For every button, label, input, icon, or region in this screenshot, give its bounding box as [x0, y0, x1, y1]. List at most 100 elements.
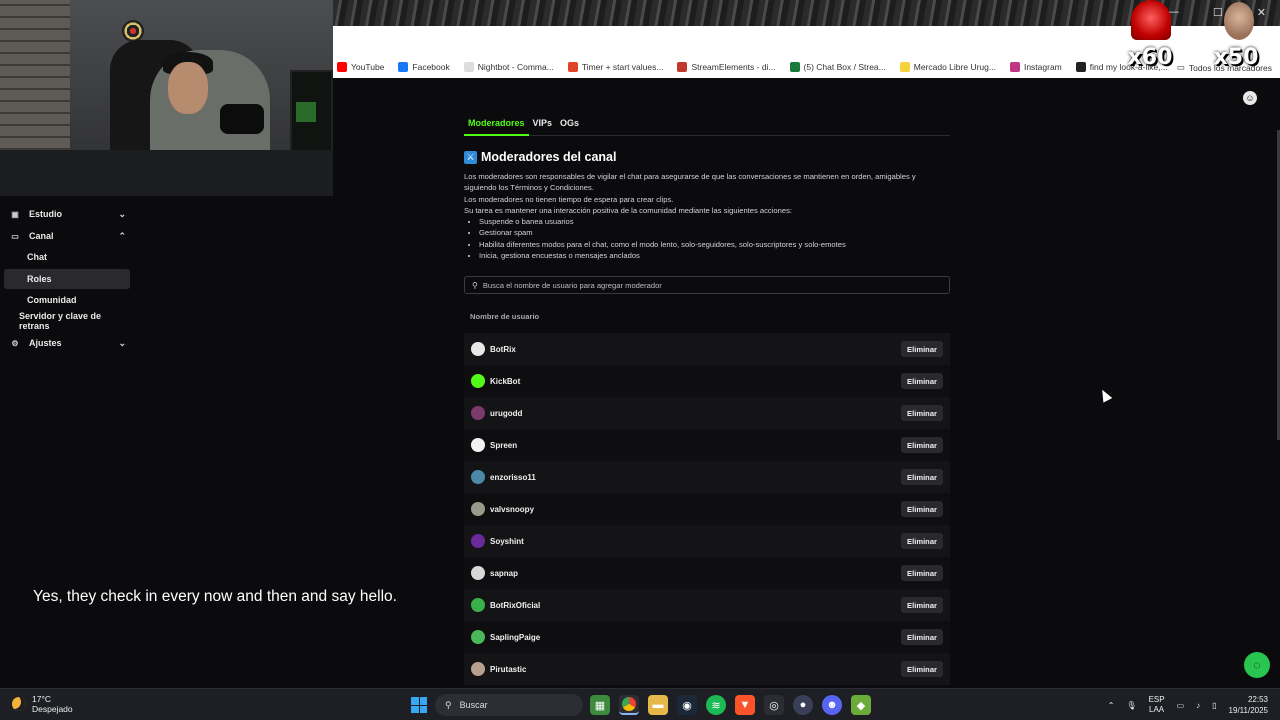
moderator-username[interactable]: valvsnoopy	[490, 505, 534, 514]
battery-icon[interactable]: ▯	[1212, 701, 1216, 710]
chevron-down-icon: ⌄	[118, 208, 126, 219]
brave-icon[interactable]: ▼	[735, 695, 755, 715]
taskbar-apps: ▦ ▬ ◉ ≋ ▼ ◎ ● ☻ ◆	[590, 695, 871, 715]
moon-icon	[12, 697, 26, 711]
sidebar-item-canal[interactable]: ▭ Canal ⌃	[4, 226, 130, 246]
cube-app-icon[interactable]: ◆	[851, 695, 871, 715]
remove-moderator-button[interactable]: Eliminar	[901, 629, 943, 645]
remove-moderator-button[interactable]: Eliminar	[901, 405, 943, 421]
avatar	[471, 566, 485, 580]
sidebar-item-label: Comunidad	[27, 295, 77, 305]
moderator-username[interactable]: Pirutastic	[490, 665, 526, 674]
app-icon[interactable]: ●	[793, 695, 813, 715]
bookmark-favicon-icon	[1075, 62, 1086, 72]
studio-icon: ▣	[11, 209, 19, 219]
clock-date: 19/11/2025	[1228, 706, 1268, 715]
moderator-username[interactable]: Spreen	[490, 441, 517, 450]
remove-moderator-button[interactable]: Eliminar	[901, 469, 943, 485]
bookmark-favicon-icon	[1009, 62, 1020, 72]
moderator-username[interactable]: SaplingPaige	[490, 633, 540, 642]
section-header: ⚔ Moderadores del canal	[464, 150, 616, 164]
screen: — ☐ ✕ YouTube Facebook Nightbot - Comma...…	[0, 0, 1280, 720]
remove-moderator-button[interactable]: Eliminar	[901, 373, 943, 389]
table-row: BotRixOficial Eliminar	[464, 589, 950, 621]
chat-bubble-icon[interactable]: ◌	[1244, 652, 1270, 678]
bookmark-label: (5) Chat Box / Strea...	[803, 62, 886, 72]
file-explorer-icon[interactable]: ▬	[648, 695, 668, 715]
list-item: Inicia, gestiona encuestas o mensajes an…	[479, 250, 950, 261]
spotify-icon[interactable]: ≋	[706, 695, 726, 715]
clock[interactable]: 22:53 19/11/2025	[1229, 694, 1268, 716]
sidebar-item-chat[interactable]: Chat	[4, 247, 130, 267]
discord-icon[interactable]: ☻	[822, 695, 842, 715]
steam-icon[interactable]: ◉	[677, 695, 697, 715]
chrome-icon[interactable]	[619, 695, 639, 715]
moderator-username[interactable]: enzorisso11	[490, 473, 536, 482]
bookmark-item[interactable]: YouTube	[337, 62, 384, 72]
sword-icon: ⚔	[464, 150, 477, 164]
avatar	[471, 598, 485, 612]
bookmark-label: Instagram	[1023, 62, 1062, 72]
description-paragraph: Su tarea es mantener una interacción pos…	[464, 205, 792, 215]
table-row: sapnap Eliminar	[464, 557, 950, 589]
tab-ogs[interactable]: OGs	[556, 114, 583, 136]
sidebar-item-comunidad[interactable]: Comunidad	[4, 290, 130, 310]
taskbar-search[interactable]: ⚲ Buscar	[435, 694, 583, 716]
remove-moderator-button[interactable]: Eliminar	[901, 501, 943, 517]
bookmark-favicon-icon	[789, 62, 800, 72]
remove-moderator-button[interactable]: Eliminar	[901, 341, 943, 357]
remove-moderator-button[interactable]: Eliminar	[901, 533, 943, 549]
sidebar-item-estudio[interactable]: ▣ Estudio ⌄	[4, 204, 130, 224]
bookmark-favicon-icon	[567, 62, 578, 72]
search-icon: ⚲	[472, 280, 478, 290]
bookmark-item[interactable]: Facebook	[398, 62, 450, 72]
moderators-description: Los moderadores son responsables de vigi…	[464, 171, 950, 261]
sidebar-item-label: Estudio	[29, 209, 62, 219]
remove-moderator-button[interactable]: Eliminar	[901, 437, 943, 453]
bookmark-item[interactable]: Instagram	[1009, 62, 1062, 72]
moderator-username[interactable]: sapnap	[490, 569, 518, 578]
bookmark-favicon-icon	[677, 62, 688, 72]
network-icon[interactable]: ▭	[1177, 701, 1185, 710]
sidebar-item-ajustes[interactable]: ⚙ Ajustes ⌄	[4, 333, 130, 353]
sidebar-item-label: Servidor y clave de retrans	[19, 311, 102, 331]
page-title: Moderadores del canal	[481, 150, 617, 164]
weather-widget[interactable]: 17°C Despejado	[12, 694, 73, 714]
moderator-username[interactable]: KickBot	[490, 377, 520, 386]
remove-moderator-button[interactable]: Eliminar	[901, 597, 943, 613]
language-indicator[interactable]: ESP LAA	[1149, 695, 1165, 715]
avatar	[471, 470, 485, 484]
tab-vips[interactable]: VIPs	[529, 114, 557, 136]
sidebar-item-stream-key[interactable]: Servidor y clave de retrans	[4, 311, 130, 331]
moderator-username[interactable]: urugodd	[490, 409, 522, 418]
table-row: valvsnoopy Eliminar	[464, 493, 950, 525]
volume-icon[interactable]: ♪	[1196, 701, 1200, 710]
remove-moderator-button[interactable]: Eliminar	[901, 661, 943, 677]
bookmark-item[interactable]: Nightbot - Comma...	[463, 62, 554, 72]
chevron-up-icon: ⌃	[118, 230, 126, 241]
weather-desc: Despejado	[32, 704, 73, 714]
chevron-up-icon[interactable]: ⌃	[1108, 701, 1115, 710]
bookmark-item[interactable]: Timer + start values...	[567, 62, 663, 72]
moderator-username[interactable]: BotRix	[490, 345, 516, 354]
minecraft-icon[interactable]: ▦	[590, 695, 610, 715]
description-paragraph: Los moderadores son responsables de vigi…	[464, 172, 916, 193]
moderator-username[interactable]: BotRixOficial	[490, 601, 540, 610]
sidebar-item-roles[interactable]: Roles	[4, 269, 130, 289]
bookmark-item[interactable]: (5) Chat Box / Strea...	[789, 62, 886, 72]
moderators-table: BotRix Eliminar KickBot Eliminar urugodd Elim…	[464, 333, 950, 685]
search-icon: ⚲	[445, 699, 452, 710]
bookmark-item[interactable]: Mercado Libre Urug...	[899, 62, 996, 72]
moderator-username[interactable]: Soyshint	[490, 537, 524, 546]
microphone-icon[interactable]: 🎙	[1126, 701, 1136, 710]
obs-icon[interactable]: ◎	[764, 695, 784, 715]
windows-start-icon[interactable]	[411, 697, 427, 713]
add-moderator-search[interactable]: ⚲	[464, 276, 950, 294]
search-input[interactable]	[482, 280, 923, 290]
bookmark-item[interactable]: StreamElements - di...	[677, 62, 776, 72]
sidebar-item-label: Canal	[29, 231, 54, 241]
profile-avatar-icon[interactable]: ☺	[1243, 91, 1257, 105]
tab-moderadores[interactable]: Moderadores	[464, 114, 529, 136]
remove-moderator-button[interactable]: Eliminar	[901, 565, 943, 581]
bookmark-label: Nightbot - Comma...	[477, 62, 554, 72]
